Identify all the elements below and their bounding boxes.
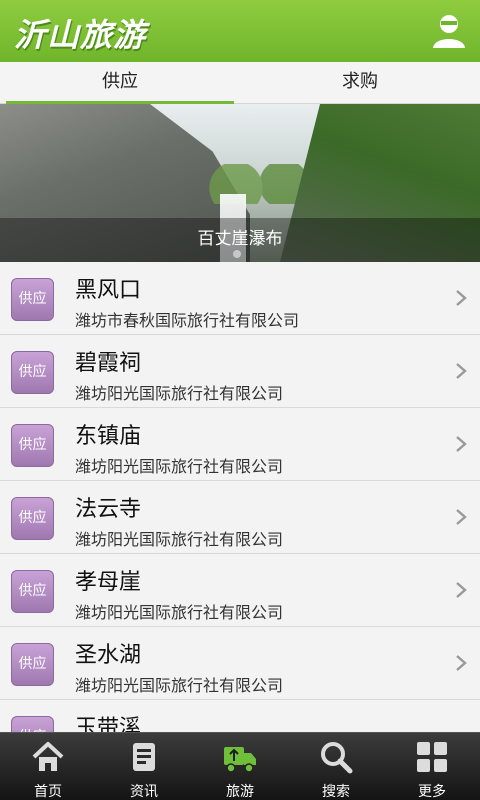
- supply-list: 供应 黑风口 潍坊市春秋国际旅行社有限公司 供应 碧霞祠 潍坊阳光国际旅行社有限…: [0, 262, 480, 732]
- chevron-right-icon: [456, 509, 467, 525]
- chevron-right-icon: [456, 363, 467, 379]
- chevron-right-icon: [456, 436, 467, 452]
- item-title: 圣水湖: [75, 643, 142, 668]
- chevron-right-icon: [456, 655, 467, 671]
- nav-label-home: 首页: [34, 784, 62, 800]
- item-company: 潍坊市春秋国际旅行社有限公司: [75, 311, 300, 330]
- list-item[interactable]: 供应 法云寺 潍坊阳光国际旅行社有限公司: [0, 481, 480, 554]
- list-item[interactable]: 供应 碧霞祠 潍坊阳光国际旅行社有限公司: [0, 335, 480, 408]
- item-company: 潍坊阳光国际旅行社有限公司: [75, 676, 284, 695]
- bottom-nav: 首页 资讯 旅游 搜索 更多: [0, 732, 480, 800]
- nav-travel[interactable]: 旅游: [192, 733, 288, 800]
- app-header: 沂山旅游: [0, 0, 480, 62]
- nav-label-more: 更多: [418, 784, 446, 800]
- nav-search[interactable]: 搜索: [288, 733, 384, 800]
- home-icon: [32, 742, 64, 771]
- user-icon[interactable]: [430, 12, 468, 50]
- list-item[interactable]: 供应 玉带溪: [0, 700, 480, 732]
- tab-purchase[interactable]: 求购: [246, 62, 474, 104]
- item-company: 潍坊阳光国际旅行社有限公司: [75, 457, 284, 476]
- supply-badge: 供应: [11, 716, 54, 732]
- tab-supply[interactable]: 供应: [6, 62, 234, 104]
- item-title: 碧霞祠: [75, 351, 142, 376]
- app-title: 沂山旅游: [14, 16, 147, 54]
- travel-icon: [224, 747, 256, 773]
- chevron-right-icon: [456, 582, 467, 598]
- nav-label-travel: 旅游: [226, 784, 254, 800]
- list-item[interactable]: 供应 黑风口 潍坊市春秋国际旅行社有限公司: [0, 262, 480, 335]
- supply-badge: 供应: [11, 351, 54, 394]
- nav-label-search: 搜索: [322, 784, 350, 800]
- nav-news[interactable]: 资讯: [96, 733, 192, 800]
- tab-bar: 供应 求购: [0, 62, 480, 104]
- item-company: 潍坊阳光国际旅行社有限公司: [75, 530, 284, 549]
- item-title: 玉带溪: [75, 716, 142, 732]
- list-item[interactable]: 供应 东镇庙 潍坊阳光国际旅行社有限公司: [0, 408, 480, 481]
- banner-caption-bar: 百丈崖瀑布: [0, 218, 480, 262]
- item-title: 孝母崖: [75, 570, 142, 595]
- list-item[interactable]: 供应 孝母崖 潍坊阳光国际旅行社有限公司: [0, 554, 480, 627]
- item-title: 东镇庙: [75, 424, 142, 449]
- supply-badge: 供应: [11, 424, 54, 467]
- supply-badge: 供应: [11, 570, 54, 613]
- supply-badge: 供应: [11, 278, 54, 321]
- more-icon: [417, 742, 447, 772]
- nav-home[interactable]: 首页: [0, 733, 96, 800]
- item-title: 黑风口: [75, 278, 142, 303]
- supply-badge: 供应: [11, 643, 54, 686]
- search-icon: [321, 742, 353, 774]
- supply-badge: 供应: [11, 497, 54, 540]
- chevron-right-icon: [456, 290, 467, 306]
- item-title: 法云寺: [75, 497, 142, 522]
- item-company: 潍坊阳光国际旅行社有限公司: [75, 603, 284, 622]
- banner-carousel[interactable]: 百丈崖瀑布: [0, 104, 480, 262]
- nav-more[interactable]: 更多: [384, 733, 480, 800]
- news-icon: [133, 743, 155, 771]
- list-item[interactable]: 供应 圣水湖 潍坊阳光国际旅行社有限公司: [0, 627, 480, 700]
- app-screen: 沂山旅游 供应 求购 百丈崖瀑布 供应 黑风口 潍坊市春秋国际旅行社有限公司 供…: [0, 0, 480, 800]
- nav-label-news: 资讯: [130, 784, 158, 800]
- banner-caption: 百丈崖瀑布: [197, 229, 283, 249]
- carousel-indicator-dot: [233, 250, 241, 258]
- item-company: 潍坊阳光国际旅行社有限公司: [75, 384, 284, 403]
